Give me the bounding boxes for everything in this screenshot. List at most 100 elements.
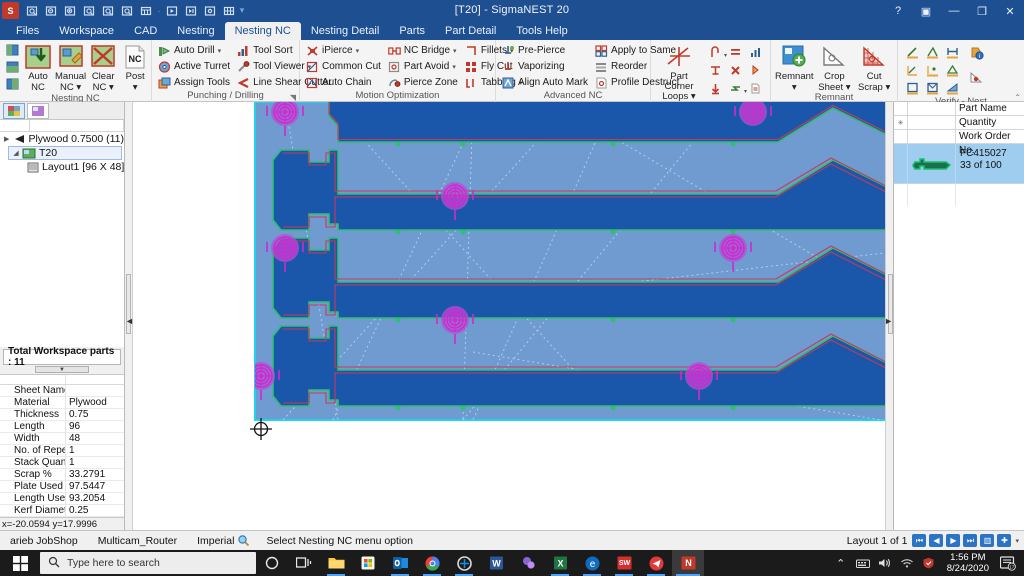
common-cut-button[interactable]: Common Cut — [304, 59, 384, 74]
manual-nc-button[interactable]: Manual NC ▾ — [55, 42, 86, 92]
measure-axis-icon[interactable] — [904, 62, 921, 78]
chrome-icon[interactable] — [416, 550, 448, 576]
layout-add-button[interactable]: ✚ — [997, 534, 1012, 547]
edit-doc-icon[interactable] — [747, 80, 764, 96]
security-icon[interactable] — [918, 550, 940, 576]
property-row-thickness[interactable]: Thickness 0.75 — [0, 409, 124, 421]
measure-triangle-icon[interactable] — [944, 62, 961, 78]
auto-nc-button[interactable]: Auto NC — [23, 42, 53, 92]
layout-save-button[interactable]: ▥ — [980, 534, 995, 547]
taskbar-clock[interactable]: 1:56 PM 8/24/2020 — [940, 552, 996, 574]
nest-tab[interactable] — [27, 102, 49, 119]
sharepoint-icon[interactable] — [512, 550, 544, 576]
volume-icon[interactable] — [874, 550, 896, 576]
part-avoid-dropdown-arrow[interactable]: ▾ — [449, 63, 456, 71]
nc-small-3-icon[interactable] — [6, 78, 19, 93]
search-input[interactable]: Type here to search — [40, 552, 256, 574]
left-panel-splitter[interactable]: ▼ — [0, 365, 124, 374]
property-row-no-of-repeat[interactable]: No. of Repeat1 — [0, 445, 124, 457]
tab-cad[interactable]: CAD — [124, 22, 167, 40]
sigmanest-icon[interactable]: N — [672, 550, 704, 576]
edit-sequence-icon[interactable] — [707, 62, 724, 78]
auto-drill-button[interactable]: Auto Drill ▾ — [156, 43, 233, 58]
column-header-quantity[interactable]: Quantity — [956, 116, 1024, 129]
windows-start-icon[interactable] — [0, 550, 40, 576]
layout-prev-button[interactable]: ◀ — [929, 534, 944, 547]
layout-first-button[interactable]: ⏮ — [912, 534, 927, 547]
tab-nesting-nc[interactable]: Nesting NC — [224, 22, 301, 40]
property-row-length[interactable]: Length 96 — [0, 421, 124, 433]
property-row-kerf-diameter[interactable]: Kerf Diameter0.25 — [0, 505, 124, 517]
help-button[interactable]: ? — [884, 0, 912, 22]
tree-node-layout1[interactable]: Layout1 [96 X 48] (33) — [0, 160, 124, 174]
right-splitter-strip[interactable]: ► — [884, 102, 893, 530]
measure-angle-icon[interactable] — [924, 44, 941, 60]
alert-part-icon[interactable] — [969, 70, 984, 88]
property-row-sheet-name[interactable]: Sheet Name — [0, 385, 124, 397]
tab-nesting[interactable]: Nesting — [167, 22, 224, 40]
nc-small-1-icon[interactable] — [6, 44, 19, 59]
layout-nav-overflow[interactable]: ▾ — [1011, 537, 1024, 545]
network-icon[interactable] — [896, 550, 918, 576]
edit-start-point-icon[interactable] — [707, 80, 724, 96]
word-icon[interactable]: W — [480, 550, 512, 576]
post-nc-button[interactable]: NC Post ▾ — [120, 42, 150, 92]
remnant-button[interactable]: Remnant ▾ — [775, 42, 814, 92]
tab-nesting-detail[interactable]: Nesting Detail — [301, 22, 389, 40]
auto-drill-dropdown-arrow[interactable]: ▾ — [215, 47, 222, 55]
ipierce-button[interactable]: iPierce ▾ — [304, 43, 384, 58]
tab-files[interactable]: Files — [6, 22, 49, 40]
show-hidden-icons-button[interactable]: ⌃ — [830, 550, 852, 576]
task-view-icon[interactable] — [288, 550, 320, 576]
ribbon-collapse-button[interactable]: ⌃ — [1014, 93, 1021, 102]
property-row-length-used[interactable]: Length Used 93.2054 — [0, 493, 124, 505]
auto-chain-button[interactable]: Auto Chain — [304, 75, 384, 90]
nc-bridge-dropdown-arrow[interactable]: ▾ — [450, 47, 457, 55]
tree-expander-material[interactable]: ▶ — [2, 135, 11, 143]
tab-parts[interactable]: Parts — [389, 22, 435, 40]
left-splitter-strip[interactable]: ◄ — [125, 102, 134, 530]
measure-point-icon[interactable] — [924, 62, 941, 78]
property-row-scrap-percent[interactable]: Scrap % 33.2791 — [0, 469, 124, 481]
parts-grid-row[interactable]: FC415027 33 of 100 — [894, 144, 1024, 184]
ribbon-display-options-button[interactable]: ▣ — [912, 0, 940, 22]
property-row-stack-quantity[interactable]: Stack Quantity1 — [0, 457, 124, 469]
cut-scrap-button[interactable]: Cut Scrap ▾ — [855, 42, 893, 92]
vaporizing-button[interactable]: Vaporizing — [500, 59, 591, 74]
cortana-icon[interactable] — [256, 550, 288, 576]
info-badge-icon[interactable]: i — [969, 46, 984, 64]
right-panel-collapse-icon[interactable]: ► — [884, 317, 893, 326]
keyboard-icon[interactable] — [852, 550, 874, 576]
edit-chart-icon[interactable] — [747, 44, 764, 60]
column-header-part-name[interactable]: Part Name — [956, 102, 1024, 115]
edit-reverse-icon[interactable]: ▾ — [727, 80, 747, 96]
align-auto-mark-button[interactable]: Align Auto Mark — [500, 75, 591, 90]
assign-tools-button[interactable]: Assign Tools — [156, 75, 233, 90]
part-avoid-button[interactable]: Part Avoid ▾ — [386, 59, 461, 74]
verify-box-icon[interactable] — [904, 80, 921, 96]
solidworks-icon[interactable]: SW — [608, 550, 640, 576]
post-nc-dropdown-arrow[interactable]: ▾ — [133, 82, 138, 93]
tab-workspace[interactable]: Workspace — [49, 22, 124, 40]
property-row-plate-used-percent[interactable]: Plate Used %97.5447 — [0, 481, 124, 493]
tab-tools-help[interactable]: Tools Help — [506, 22, 577, 40]
verify-report-icon[interactable] — [924, 80, 941, 96]
property-row-width[interactable]: Width 48 — [0, 433, 124, 445]
punching-drilling-dialog-launcher[interactable]: ◥ — [290, 93, 296, 102]
ipierce-dropdown-arrow[interactable]: ▾ — [353, 47, 360, 55]
verify-chart-icon[interactable] — [944, 80, 961, 96]
tree-node-material[interactable]: ▶ Plywood 0.7500 (11) — [0, 132, 124, 146]
property-row-material[interactable]: Material Plywood — [0, 397, 124, 409]
microsoft-store-icon[interactable] — [352, 550, 384, 576]
search-machine-icon[interactable] — [237, 534, 256, 547]
remnant-dropdown-arrow[interactable]: ▾ — [792, 82, 797, 93]
close-button[interactable]: ✕ — [996, 0, 1024, 22]
nc-bridge-button[interactable]: NC Bridge ▾ — [386, 43, 461, 58]
layout-next-button[interactable]: ▶ — [946, 534, 961, 547]
edit-delete-path-icon[interactable] — [727, 62, 744, 78]
minimize-button[interactable]: — — [940, 0, 968, 22]
workspace-tab[interactable] — [3, 102, 25, 119]
file-explorer-icon[interactable] — [320, 550, 352, 576]
tree-expander-t20[interactable]: ◢ — [11, 149, 21, 157]
layout-last-button[interactable]: ⏭ — [963, 534, 978, 547]
